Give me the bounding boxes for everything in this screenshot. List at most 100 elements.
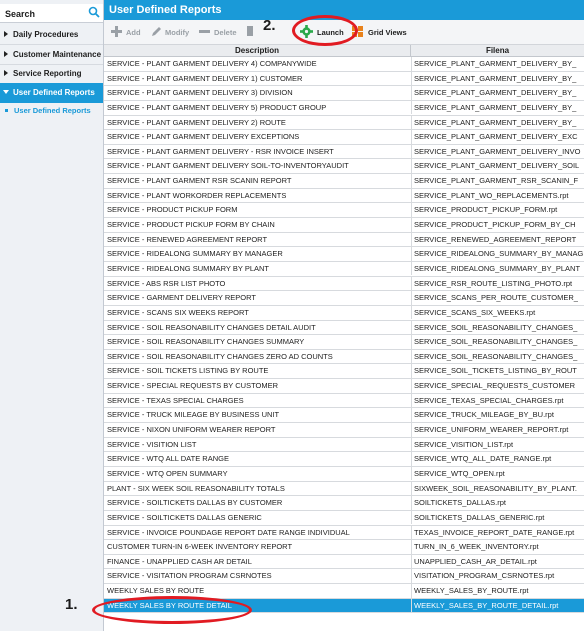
table-row[interactable]: SERVICE - WTQ OPEN SUMMARY SERVICE_WTQ_OP… xyxy=(104,466,584,482)
table-row[interactable]: SERVICE - VISITATION PROGRAM CSRNOTES VIS… xyxy=(104,569,584,585)
column-header-description[interactable]: Description xyxy=(104,45,411,56)
cell-filename: SERVICE_PLANT_GARMENT_DELIVERY_BY_ xyxy=(411,100,584,115)
table-row[interactable]: SERVICE - PLANT GARMENT DELIVERY 2) ROUT… xyxy=(104,115,584,131)
cell-description: SERVICE - NIXON UNIFORM WEARER REPORT xyxy=(107,425,276,435)
table-row[interactable]: SERVICE - PLANT GARMENT RSR SCANIN REPOR… xyxy=(104,174,584,189)
table-row[interactable]: SERVICE - PLANT WORKORDER REPLACEMENTS SE… xyxy=(104,188,584,204)
table-row[interactable]: SERVICE - SPECIAL REQUESTS BY CUSTOMER SE… xyxy=(104,379,584,394)
sidebar-item-label: User Defined Reports xyxy=(13,88,95,97)
cell-description: SERVICE - PRODUCT PICKUP FORM BY CHAIN xyxy=(107,220,275,230)
column-header-filename[interactable]: Filena xyxy=(411,45,584,56)
add-button[interactable]: Add xyxy=(110,25,150,39)
cell-description: SERVICE - SOILTICKETS DALLAS GENERIC xyxy=(107,512,262,522)
sidebar-item-customer-maintenance[interactable]: Customer Maintenance xyxy=(0,45,103,65)
cell-description: SERVICE - PLANT GARMENT RSR SCANIN REPOR… xyxy=(107,176,292,186)
sidebar-item-label: Service Reporting xyxy=(13,69,82,78)
grid-header: Description Filena xyxy=(104,45,584,57)
cell-description: CUSTOMER TURN-IN 6-WEEK INVENTORY REPORT xyxy=(107,542,293,552)
table-row[interactable]: SERVICE - PLANT GARMENT DELIVERY 5) PROD… xyxy=(104,100,584,116)
cell-filename: SERVICE_PLANT_GARMENT_RSR_SCANIN_F xyxy=(411,174,584,188)
cell-description: SERVICE - TEXAS SPECIAL CHARGES xyxy=(107,395,244,405)
modify-button[interactable]: Modify xyxy=(150,25,198,39)
table-row[interactable]: SERVICE - WTQ ALL DATE RANGE SERVICE_WTQ_… xyxy=(104,452,584,467)
cell-filename: SERVICE_SOIL_REASONABILITY_CHANGES_ xyxy=(411,349,584,364)
cell-filename: SERVICE_PLANT_GARMENT_DELIVERY_INVO xyxy=(411,144,584,159)
table-row[interactable]: SERVICE - SOIL TICKETS LISTING BY ROUTE S… xyxy=(104,364,584,380)
sidebar-item-service-reporting[interactable]: Service Reporting xyxy=(0,64,103,84)
table-row[interactable]: SERVICE - SOILTICKETS DALLAS GENERIC SOIL… xyxy=(104,510,584,526)
grid-rows: SERVICE - PLANT GARMENT DELIVERY 4) COMP… xyxy=(104,57,584,614)
table-row[interactable]: SERVICE - PRODUCT PICKUP FORM BY CHAIN SE… xyxy=(104,218,584,233)
cell-filename: TURN_IN_6_WEEK_INVENTORY.rpt xyxy=(411,540,584,554)
table-row[interactable]: PLANT - SIX WEEK SOIL REASONABILITY TOTA… xyxy=(104,481,584,497)
table-row[interactable]: SERVICE - PRODUCT PICKUP FORM SERVICE_PRO… xyxy=(104,203,584,219)
cell-description: SERVICE - SPECIAL REQUESTS BY CUSTOMER xyxy=(107,381,279,391)
table-row[interactable]: SERVICE - PLANT GARMENT DELIVERY EXCEPTI… xyxy=(104,130,584,145)
delete-button[interactable]: Delete xyxy=(198,25,242,39)
table-row[interactable]: SERVICE - GARMENT DELIVERY REPORT SERVICE… xyxy=(104,291,584,306)
caret-right-icon xyxy=(4,70,8,76)
copy-button[interactable] xyxy=(245,25,257,39)
cell-filename: SERVICE_SCANS_PER_ROUTE_CUSTOMER_ xyxy=(411,291,584,305)
cell-filename: WEEKLY_SALES_BY_ROUTE.rpt xyxy=(411,584,584,598)
table-row[interactable]: SERVICE - RENEWED AGREEMENT REPORT SERVIC… xyxy=(104,232,584,248)
cell-filename: SERVICE_PLANT_WO_REPLACEMENTS.rpt xyxy=(411,188,584,203)
step-2-annotation: 2. xyxy=(263,17,276,34)
search-box[interactable]: Search xyxy=(0,4,103,23)
cell-filename: SERVICE_PLANT_GARMENT_DELIVERY_BY_ xyxy=(411,57,584,71)
table-row[interactable]: SERVICE - PLANT GARMENT DELIVERY SOIL-TO… xyxy=(104,159,584,175)
sidebar-item-daily-procedures[interactable]: Daily Procedures xyxy=(0,25,103,45)
cell-description: SERVICE - RENEWED AGREEMENT REPORT xyxy=(107,234,268,244)
table-row[interactable]: CUSTOMER TURN-IN 6-WEEK INVENTORY REPORT… xyxy=(104,540,584,555)
cell-filename: SERVICE_RIDEALONG_SUMMARY_BY_PLANT xyxy=(411,261,584,276)
cell-filename: SERVICE_PRODUCT_PICKUP_FORM.rpt xyxy=(411,203,584,217)
cell-filename: SERVICE_TRUCK_MILEAGE_BY_BU.rpt xyxy=(411,408,584,422)
table-row[interactable]: SERVICE - SOIL REASONABILITY CHANGES ZER… xyxy=(104,349,584,365)
cell-description: SERVICE - PLANT GARMENT DELIVERY 4) COMP… xyxy=(107,59,317,68)
cell-filename: UNAPPLIED_CASH_AR_DETAIL.rpt xyxy=(411,554,584,569)
copy-icon xyxy=(247,26,253,36)
sidebar-item-user-defined-reports[interactable]: User Defined Reports xyxy=(0,83,103,103)
table-row[interactable]: SERVICE - TEXAS SPECIAL CHARGES SERVICE_T… xyxy=(104,393,584,409)
table-row[interactable]: SERVICE - VISITION LIST SERVICE_VISITION_… xyxy=(104,437,584,453)
grid-views-button[interactable]: Grid Views xyxy=(351,25,411,39)
table-row[interactable]: SERVICE - TRUCK MILEAGE BY BUSINESS UNIT… xyxy=(104,408,584,424)
cell-description: SERVICE - PLANT GARMENT DELIVERY EXCEPTI… xyxy=(107,132,300,142)
table-row[interactable]: SERVICE - PLANT GARMENT DELIVERY - RSR I… xyxy=(104,144,584,160)
table-row[interactable]: SERVICE - SCANS SIX WEEKS REPORT SERVICE_… xyxy=(104,305,584,321)
caret-down-icon xyxy=(3,90,9,94)
cell-filename: SERVICE_WTQ_OPEN.rpt xyxy=(411,466,584,481)
cell-description: SERVICE - SOIL TICKETS LISTING BY ROUTE xyxy=(107,366,269,376)
table-row[interactable]: SERVICE - INVOICE POUNDAGE REPORT DATE R… xyxy=(104,525,584,541)
table-row[interactable]: SERVICE - ABS RSR LIST PHOTO SERVICE_RSR_… xyxy=(104,276,584,292)
cell-filename: SERVICE_TEXAS_SPECIAL_CHARGES.rpt xyxy=(411,393,584,408)
table-row[interactable]: SERVICE - NIXON UNIFORM WEARER REPORT SER… xyxy=(104,423,584,438)
sidebar-subitem-user-defined-reports[interactable]: User Defined Reports xyxy=(0,104,103,118)
cell-filename: VISITATION_PROGRAM_CSRNOTES.rpt xyxy=(411,569,584,583)
modify-label: Modify xyxy=(165,28,190,37)
page-title: User Defined Reports xyxy=(109,4,222,16)
cell-description: SERVICE - SCANS SIX WEEKS REPORT xyxy=(107,307,249,317)
cell-filename: SERVICE_VISITION_LIST.rpt xyxy=(411,437,584,452)
pencil-icon xyxy=(152,27,161,36)
table-row[interactable]: SERVICE - PLANT GARMENT DELIVERY 3) DIVI… xyxy=(104,86,584,101)
cell-description: SERVICE - VISITION LIST xyxy=(107,439,197,449)
search-icon[interactable] xyxy=(88,6,100,18)
table-row[interactable]: SERVICE - PLANT GARMENT DELIVERY 4) COMP… xyxy=(104,57,584,72)
cell-description: SERVICE - INVOICE POUNDAGE REPORT DATE R… xyxy=(107,527,350,537)
caret-right-icon xyxy=(4,31,8,37)
table-row[interactable]: SERVICE - SOILTICKETS DALLAS BY CUSTOMER… xyxy=(104,496,584,511)
cell-filename: SERVICE_PLANT_GARMENT_DELIVERY_BY_ xyxy=(411,71,584,86)
cell-filename: SERVICE_PLANT_GARMENT_DELIVERY_EXC xyxy=(411,130,584,144)
cell-description: SERVICE - SOIL REASONABILITY CHANGES DET… xyxy=(107,322,316,332)
sidebar-item-label: Customer Maintenance xyxy=(13,50,102,59)
table-row[interactable]: SERVICE - RIDEALONG SUMMARY BY MANAGER SE… xyxy=(104,247,584,262)
cell-description: SERVICE - TRUCK MILEAGE BY BUSINESS UNIT xyxy=(107,410,280,420)
cell-filename: SERVICE_PRODUCT_PICKUP_FORM_BY_CH xyxy=(411,218,584,232)
table-row[interactable]: FINANCE - UNAPPLIED CASH AR DETAIL UNAPPL… xyxy=(104,554,584,570)
cell-filename: SERVICE_RENEWED_AGREEMENT_REPORT xyxy=(411,232,584,247)
table-row[interactable]: SERVICE - PLANT GARMENT DELIVERY 1) CUST… xyxy=(104,71,584,87)
table-row[interactable]: SERVICE - RIDEALONG SUMMARY BY PLANT SERV… xyxy=(104,261,584,277)
table-row[interactable]: SERVICE - SOIL REASONABILITY CHANGES DET… xyxy=(104,320,584,336)
table-row[interactable]: SERVICE - SOIL REASONABILITY CHANGES SUM… xyxy=(104,335,584,350)
